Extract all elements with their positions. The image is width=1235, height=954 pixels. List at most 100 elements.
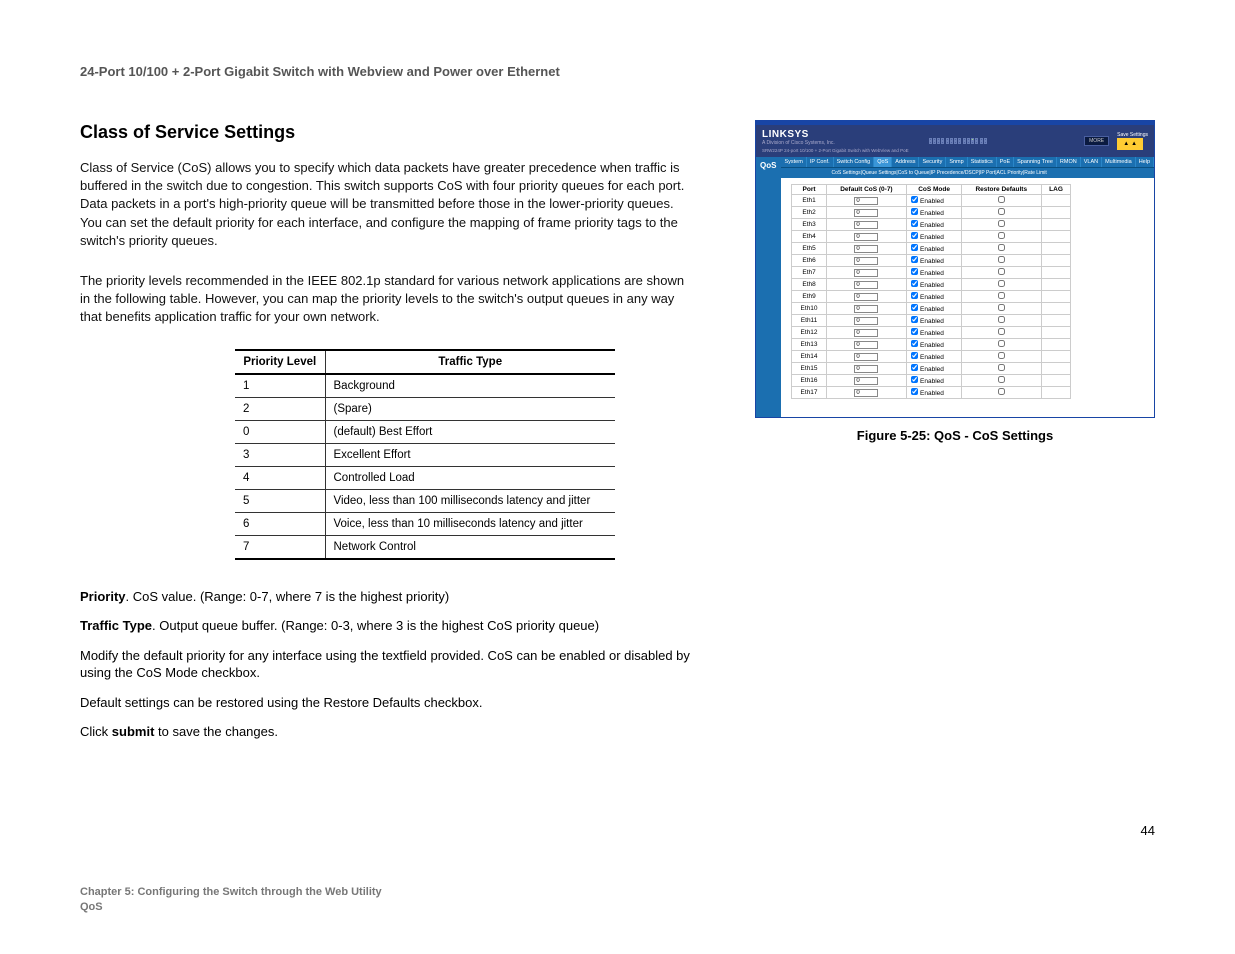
nav-tabs[interactable]: SystemIP Conf.Switch ConfigQoSAddressSec… bbox=[781, 157, 1154, 167]
restore-checkbox[interactable] bbox=[998, 256, 1005, 263]
restore-checkbox[interactable] bbox=[998, 292, 1005, 299]
nav-tab[interactable]: System bbox=[781, 157, 806, 167]
page-number: 44 bbox=[1141, 823, 1155, 838]
section-title: Class of Service Settings bbox=[80, 122, 695, 143]
nav-tab[interactable]: Switch Config bbox=[834, 157, 875, 167]
th-restore: Restore Defaults bbox=[961, 185, 1041, 195]
default-cos-input[interactable] bbox=[854, 377, 878, 385]
restore-checkbox[interactable] bbox=[998, 280, 1005, 287]
cos-mode-checkbox[interactable] bbox=[911, 376, 918, 383]
nav-tab[interactable]: PoE bbox=[997, 157, 1014, 167]
restore-checkbox[interactable] bbox=[998, 196, 1005, 203]
default-cos-input[interactable] bbox=[854, 329, 878, 337]
restore-checkbox[interactable] bbox=[998, 304, 1005, 311]
cos-mode-checkbox[interactable] bbox=[911, 340, 918, 347]
nav-tab[interactable]: IP Conf. bbox=[807, 157, 834, 167]
figure-qos-cos: LINKSYS A Division of Cisco Systems, Inc… bbox=[755, 120, 1155, 443]
cos-row: Eth15 Enabled bbox=[792, 363, 1071, 375]
default-cos-input[interactable] bbox=[854, 197, 878, 205]
restore-checkbox[interactable] bbox=[998, 376, 1005, 383]
default-cos-input[interactable] bbox=[854, 305, 878, 313]
nav-tab[interactable]: Help bbox=[1136, 157, 1154, 167]
th-lag: LAG bbox=[1041, 185, 1071, 195]
restore-checkbox[interactable] bbox=[998, 268, 1005, 275]
nav-tab[interactable]: Multimedia bbox=[1102, 157, 1136, 167]
cos-mode-checkbox[interactable] bbox=[911, 328, 918, 335]
cos-mode-checkbox[interactable] bbox=[911, 364, 918, 371]
restore-checkbox[interactable] bbox=[998, 244, 1005, 251]
restore-checkbox[interactable] bbox=[998, 220, 1005, 227]
default-cos-input[interactable] bbox=[854, 353, 878, 361]
restore-checkbox[interactable] bbox=[998, 208, 1005, 215]
nav-tab[interactable]: QoS bbox=[874, 157, 892, 167]
para-intro: Class of Service (CoS) allows you to spe… bbox=[80, 159, 695, 250]
cos-mode-checkbox[interactable] bbox=[911, 196, 918, 203]
def-priority: Priority. CoS value. (Range: 0-7, where … bbox=[80, 588, 695, 606]
default-cos-input[interactable] bbox=[854, 209, 878, 217]
nav-tab[interactable]: RMON bbox=[1057, 157, 1081, 167]
nav-tab[interactable]: Address bbox=[892, 157, 919, 167]
table-row: 7Network Control bbox=[235, 535, 615, 559]
default-cos-input[interactable] bbox=[854, 293, 878, 301]
cos-row: Eth7 Enabled bbox=[792, 267, 1071, 279]
cos-mode-checkbox[interactable] bbox=[911, 280, 918, 287]
default-cos-input[interactable] bbox=[854, 281, 878, 289]
cos-row: Eth3 Enabled bbox=[792, 219, 1071, 231]
cos-mode-checkbox[interactable] bbox=[911, 256, 918, 263]
para-modify: Modify the default priority for any inte… bbox=[80, 647, 695, 682]
restore-checkbox[interactable] bbox=[998, 388, 1005, 395]
default-cos-input[interactable] bbox=[854, 341, 878, 349]
restore-checkbox[interactable] bbox=[998, 328, 1005, 335]
default-cos-input[interactable] bbox=[854, 257, 878, 265]
restore-checkbox[interactable] bbox=[998, 316, 1005, 323]
cos-mode-checkbox[interactable] bbox=[911, 208, 918, 215]
cos-mode-checkbox[interactable] bbox=[911, 220, 918, 227]
figure-caption: Figure 5-25: QoS - CoS Settings bbox=[755, 428, 1155, 443]
cos-row: Eth10 Enabled bbox=[792, 303, 1071, 315]
cos-mode-checkbox[interactable] bbox=[911, 304, 918, 311]
led-panel bbox=[929, 138, 987, 144]
table-row: 3Excellent Effort bbox=[235, 443, 615, 466]
default-cos-input[interactable] bbox=[854, 317, 878, 325]
default-cos-input[interactable] bbox=[854, 365, 878, 373]
para-submit: Click submit to save the changes. bbox=[80, 723, 695, 741]
cos-mode-checkbox[interactable] bbox=[911, 388, 918, 395]
default-cos-input[interactable] bbox=[854, 389, 878, 397]
cos-mode-checkbox[interactable] bbox=[911, 352, 918, 359]
default-cos-input[interactable] bbox=[854, 221, 878, 229]
table-row: 1Background bbox=[235, 374, 615, 398]
table-header-traffic: Traffic Type bbox=[325, 350, 615, 374]
sub-tabs[interactable]: CoS Settings|Queue Settings|CoS to Queue… bbox=[781, 167, 1154, 178]
cos-mode-checkbox[interactable] bbox=[911, 268, 918, 275]
nav-tab[interactable]: Statistics bbox=[968, 157, 997, 167]
nav-tab[interactable]: VLAN bbox=[1081, 157, 1102, 167]
cos-mode-checkbox[interactable] bbox=[911, 292, 918, 299]
nav-tab[interactable]: Snmp bbox=[946, 157, 967, 167]
default-cos-input[interactable] bbox=[854, 233, 878, 241]
more-button[interactable]: MORE bbox=[1084, 136, 1109, 146]
cos-row: Eth14 Enabled bbox=[792, 351, 1071, 363]
cos-mode-checkbox[interactable] bbox=[911, 244, 918, 251]
cos-mode-checkbox[interactable] bbox=[911, 316, 918, 323]
cos-row: Eth8 Enabled bbox=[792, 279, 1071, 291]
restore-checkbox[interactable] bbox=[998, 352, 1005, 359]
restore-checkbox[interactable] bbox=[998, 232, 1005, 239]
cos-row: Eth2 Enabled bbox=[792, 207, 1071, 219]
cos-row: Eth12 Enabled bbox=[792, 327, 1071, 339]
cos-row: Eth9 Enabled bbox=[792, 291, 1071, 303]
default-cos-input[interactable] bbox=[854, 269, 878, 277]
save-label: Save Settings bbox=[1117, 132, 1148, 138]
table-row: 4Controlled Load bbox=[235, 466, 615, 489]
qos-side-label: QoS bbox=[756, 157, 781, 417]
cos-row: Eth11 Enabled bbox=[792, 315, 1071, 327]
default-cos-input[interactable] bbox=[854, 245, 878, 253]
cos-mode-checkbox[interactable] bbox=[911, 232, 918, 239]
para-restore: Default settings can be restored using t… bbox=[80, 694, 695, 712]
nav-tab[interactable]: Security bbox=[919, 157, 946, 167]
table-row: 5Video, less than 100 milliseconds laten… bbox=[235, 489, 615, 512]
document-header: 24-Port 10/100 + 2-Port Gigabit Switch w… bbox=[80, 64, 560, 79]
cos-row: Eth16 Enabled bbox=[792, 375, 1071, 387]
restore-checkbox[interactable] bbox=[998, 364, 1005, 371]
nav-tab[interactable]: Spanning Tree bbox=[1014, 157, 1057, 167]
restore-checkbox[interactable] bbox=[998, 340, 1005, 347]
